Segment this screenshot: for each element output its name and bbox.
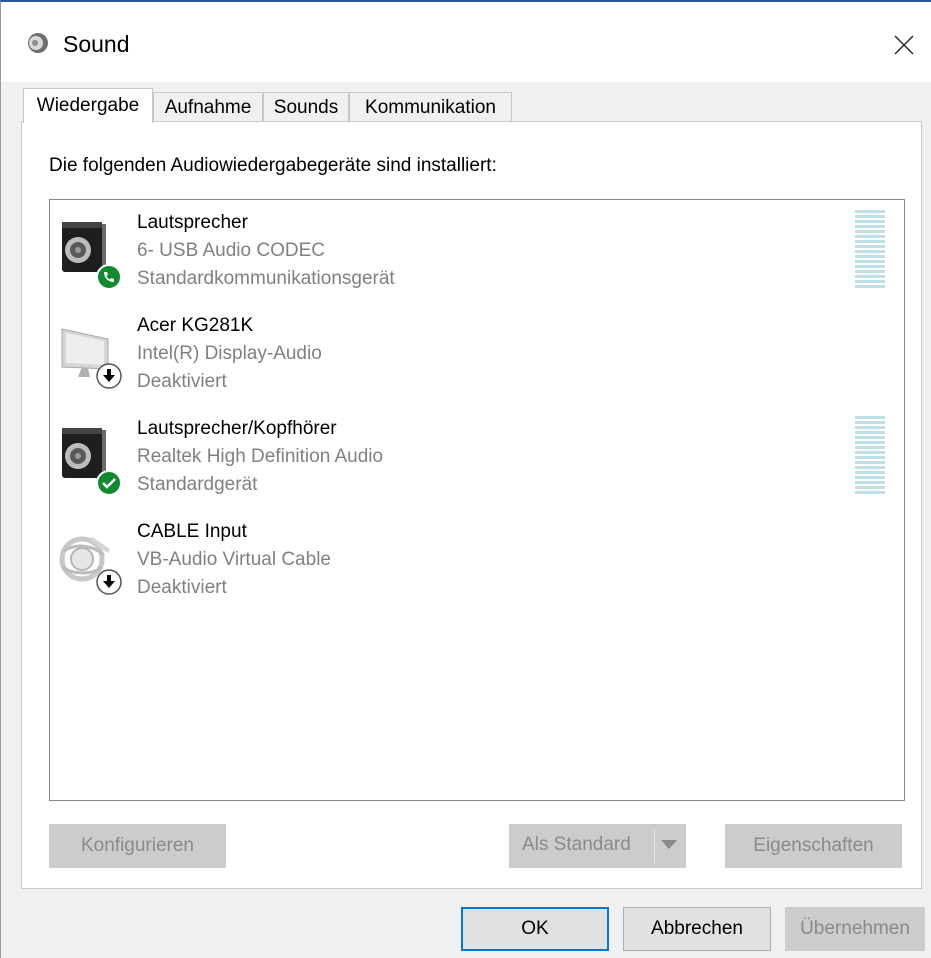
- split-separator: [654, 829, 655, 863]
- close-icon: [894, 35, 914, 55]
- device-item-acer-kg281k[interactable]: Acer KG281K Intel(R) Display-Audio Deakt…: [50, 309, 904, 405]
- apply-button[interactable]: Übernehmen: [785, 907, 925, 951]
- window-title: Sound: [63, 31, 130, 57]
- properties-button[interactable]: Eigenschaften: [725, 824, 902, 868]
- playback-tab-panel: Die folgenden Audiowiedergabegeräte sind…: [21, 121, 922, 889]
- device-item-cable-input[interactable]: CABLE Input VB-Audio Virtual Cable Deakt…: [50, 515, 904, 611]
- tab-aufnahme[interactable]: Aufnahme: [153, 92, 263, 122]
- device-name: Lautsprecher/Kopfhörer: [137, 418, 337, 439]
- device-status: Standardgerät: [137, 474, 258, 495]
- cancel-button[interactable]: Abbrechen: [623, 907, 771, 951]
- chevron-down-icon[interactable]: [661, 840, 677, 850]
- ok-button[interactable]: OK: [461, 907, 609, 951]
- tab-kommunikation[interactable]: Kommunikation: [349, 92, 512, 122]
- speaker-app-icon: [28, 33, 48, 53]
- tab-sounds[interactable]: Sounds: [263, 92, 349, 122]
- phone-badge-icon: [96, 264, 122, 290]
- device-status: Standardkommunikationsgerät: [137, 268, 395, 289]
- level-meter: [855, 210, 885, 290]
- tab-wiedergabe[interactable]: Wiedergabe: [23, 88, 153, 123]
- device-item-lautsprecher-kopfhoerer[interactable]: Lautsprecher/Kopfhörer Realtek High Defi…: [50, 412, 904, 508]
- device-list[interactable]: Lautsprecher 6- USB Audio CODEC Standard…: [49, 199, 905, 801]
- title-bar: Sound: [1, 2, 931, 82]
- close-button[interactable]: [881, 24, 927, 66]
- device-status: Deaktiviert: [137, 577, 227, 598]
- device-name: CABLE Input: [137, 521, 247, 542]
- device-driver: Intel(R) Display-Audio: [137, 343, 322, 364]
- device-item-lautsprecher-usb[interactable]: Lautsprecher 6- USB Audio CODEC Standard…: [50, 206, 904, 302]
- disabled-badge-icon: [96, 363, 122, 389]
- configure-button[interactable]: Konfigurieren: [49, 824, 226, 868]
- disabled-badge-icon: [96, 569, 122, 595]
- sound-dialog: Sound Wiedergabe Aufnahme Sounds Kommuni…: [0, 0, 931, 958]
- check-badge-icon: [96, 470, 122, 496]
- device-driver: VB-Audio Virtual Cable: [137, 549, 331, 570]
- device-status: Deaktiviert: [137, 371, 227, 392]
- intro-text: Die folgenden Audiowiedergabegeräte sind…: [49, 155, 497, 176]
- set-default-label: Als Standard: [522, 834, 631, 855]
- level-meter: [855, 416, 885, 496]
- set-default-split-button[interactable]: Als Standard: [509, 824, 686, 868]
- device-driver: Realtek High Definition Audio: [137, 446, 384, 467]
- device-name: Lautsprecher: [137, 212, 248, 233]
- device-name: Acer KG281K: [137, 315, 254, 336]
- device-driver: 6- USB Audio CODEC: [137, 240, 325, 261]
